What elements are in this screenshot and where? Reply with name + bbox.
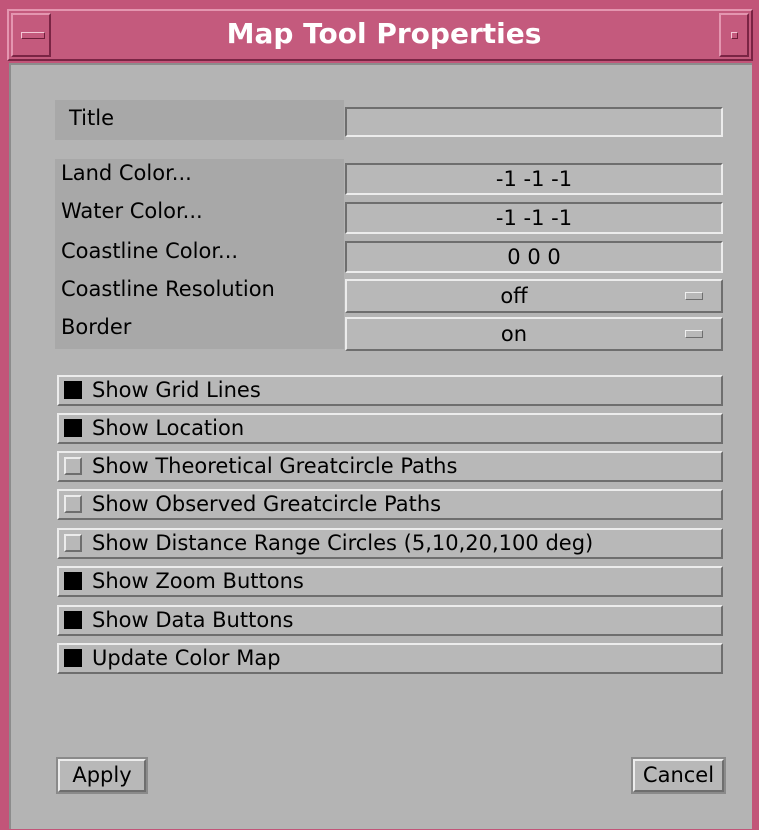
toggle-label: Update Color Map [92,646,281,670]
coastline-resolution-value: off [500,284,528,308]
map-tool-properties-window: Map Tool Properties Title Land Color... … [0,0,759,830]
toggle-show-data-buttons[interactable]: Show Data Buttons [57,605,723,636]
window-menu-button[interactable] [11,13,51,57]
checkbox-icon [64,611,82,629]
window-title: Map Tool Properties [226,17,542,50]
toggle-show-distance-range-circles[interactable]: Show Distance Range Circles (5,10,20,100… [57,528,723,559]
title-input[interactable] [345,107,723,137]
toggle-label: Show Data Buttons [92,608,294,632]
window-titlebar[interactable]: Map Tool Properties [7,9,753,61]
option-menu-icon [685,330,703,338]
checkbox-icon [64,381,82,399]
minimize-button[interactable] [719,13,749,57]
title-label: Title [69,106,115,130]
toggle-label: Show Distance Range Circles (5,10,20,100… [92,531,594,555]
water-color-field[interactable]: -1 -1 -1 [345,202,723,234]
border-select[interactable]: on [345,317,723,351]
toggle-show-grid-lines[interactable]: Show Grid Lines [57,375,723,406]
dialog-client-area: Title Land Color... Water Color... Coast… [9,63,752,829]
option-menu-icon [685,292,703,300]
toggle-label: Show Grid Lines [92,378,261,402]
toggle-show-observed-greatcircle-paths[interactable]: Show Observed Greatcircle Paths [57,489,723,520]
toggle-label: Show Observed Greatcircle Paths [92,492,442,516]
toggle-update-color-map[interactable]: Update Color Map [57,643,723,674]
apply-button[interactable]: Apply [56,757,148,794]
checkbox-icon [64,419,82,437]
toggle-label: Show Theoretical Greatcircle Paths [92,454,458,478]
window-menu-icon [21,32,45,39]
coastline-color-field[interactable]: 0 0 0 [345,241,723,273]
toggle-label: Show Zoom Buttons [92,569,304,593]
water-color-button[interactable]: Water Color... [61,199,203,223]
land-color-button[interactable]: Land Color... [61,161,192,185]
border-value: on [500,322,528,346]
toggle-show-location[interactable]: Show Location [57,413,723,444]
coastline-resolution-select[interactable]: off [345,279,723,313]
checkbox-icon [64,534,82,552]
land-color-field[interactable]: -1 -1 -1 [345,163,723,195]
coastline-color-button[interactable]: Coastline Color... [61,239,238,263]
coastline-resolution-label: Coastline Resolution [61,277,275,301]
toggle-show-zoom-buttons[interactable]: Show Zoom Buttons [57,566,723,597]
checkbox-icon [64,457,82,475]
minimize-icon [731,32,738,39]
color-labels-panel: Land Color... Water Color... Coastline C… [55,159,344,349]
cancel-button[interactable]: Cancel [631,757,726,794]
checkbox-icon [64,572,82,590]
toggle-label: Show Location [92,416,245,440]
title-label-panel: Title [55,100,344,140]
toggle-show-theoretical-greatcircle-paths[interactable]: Show Theoretical Greatcircle Paths [57,451,723,482]
checkbox-icon [64,495,82,513]
border-label: Border [61,315,132,339]
checkbox-icon [64,649,82,667]
